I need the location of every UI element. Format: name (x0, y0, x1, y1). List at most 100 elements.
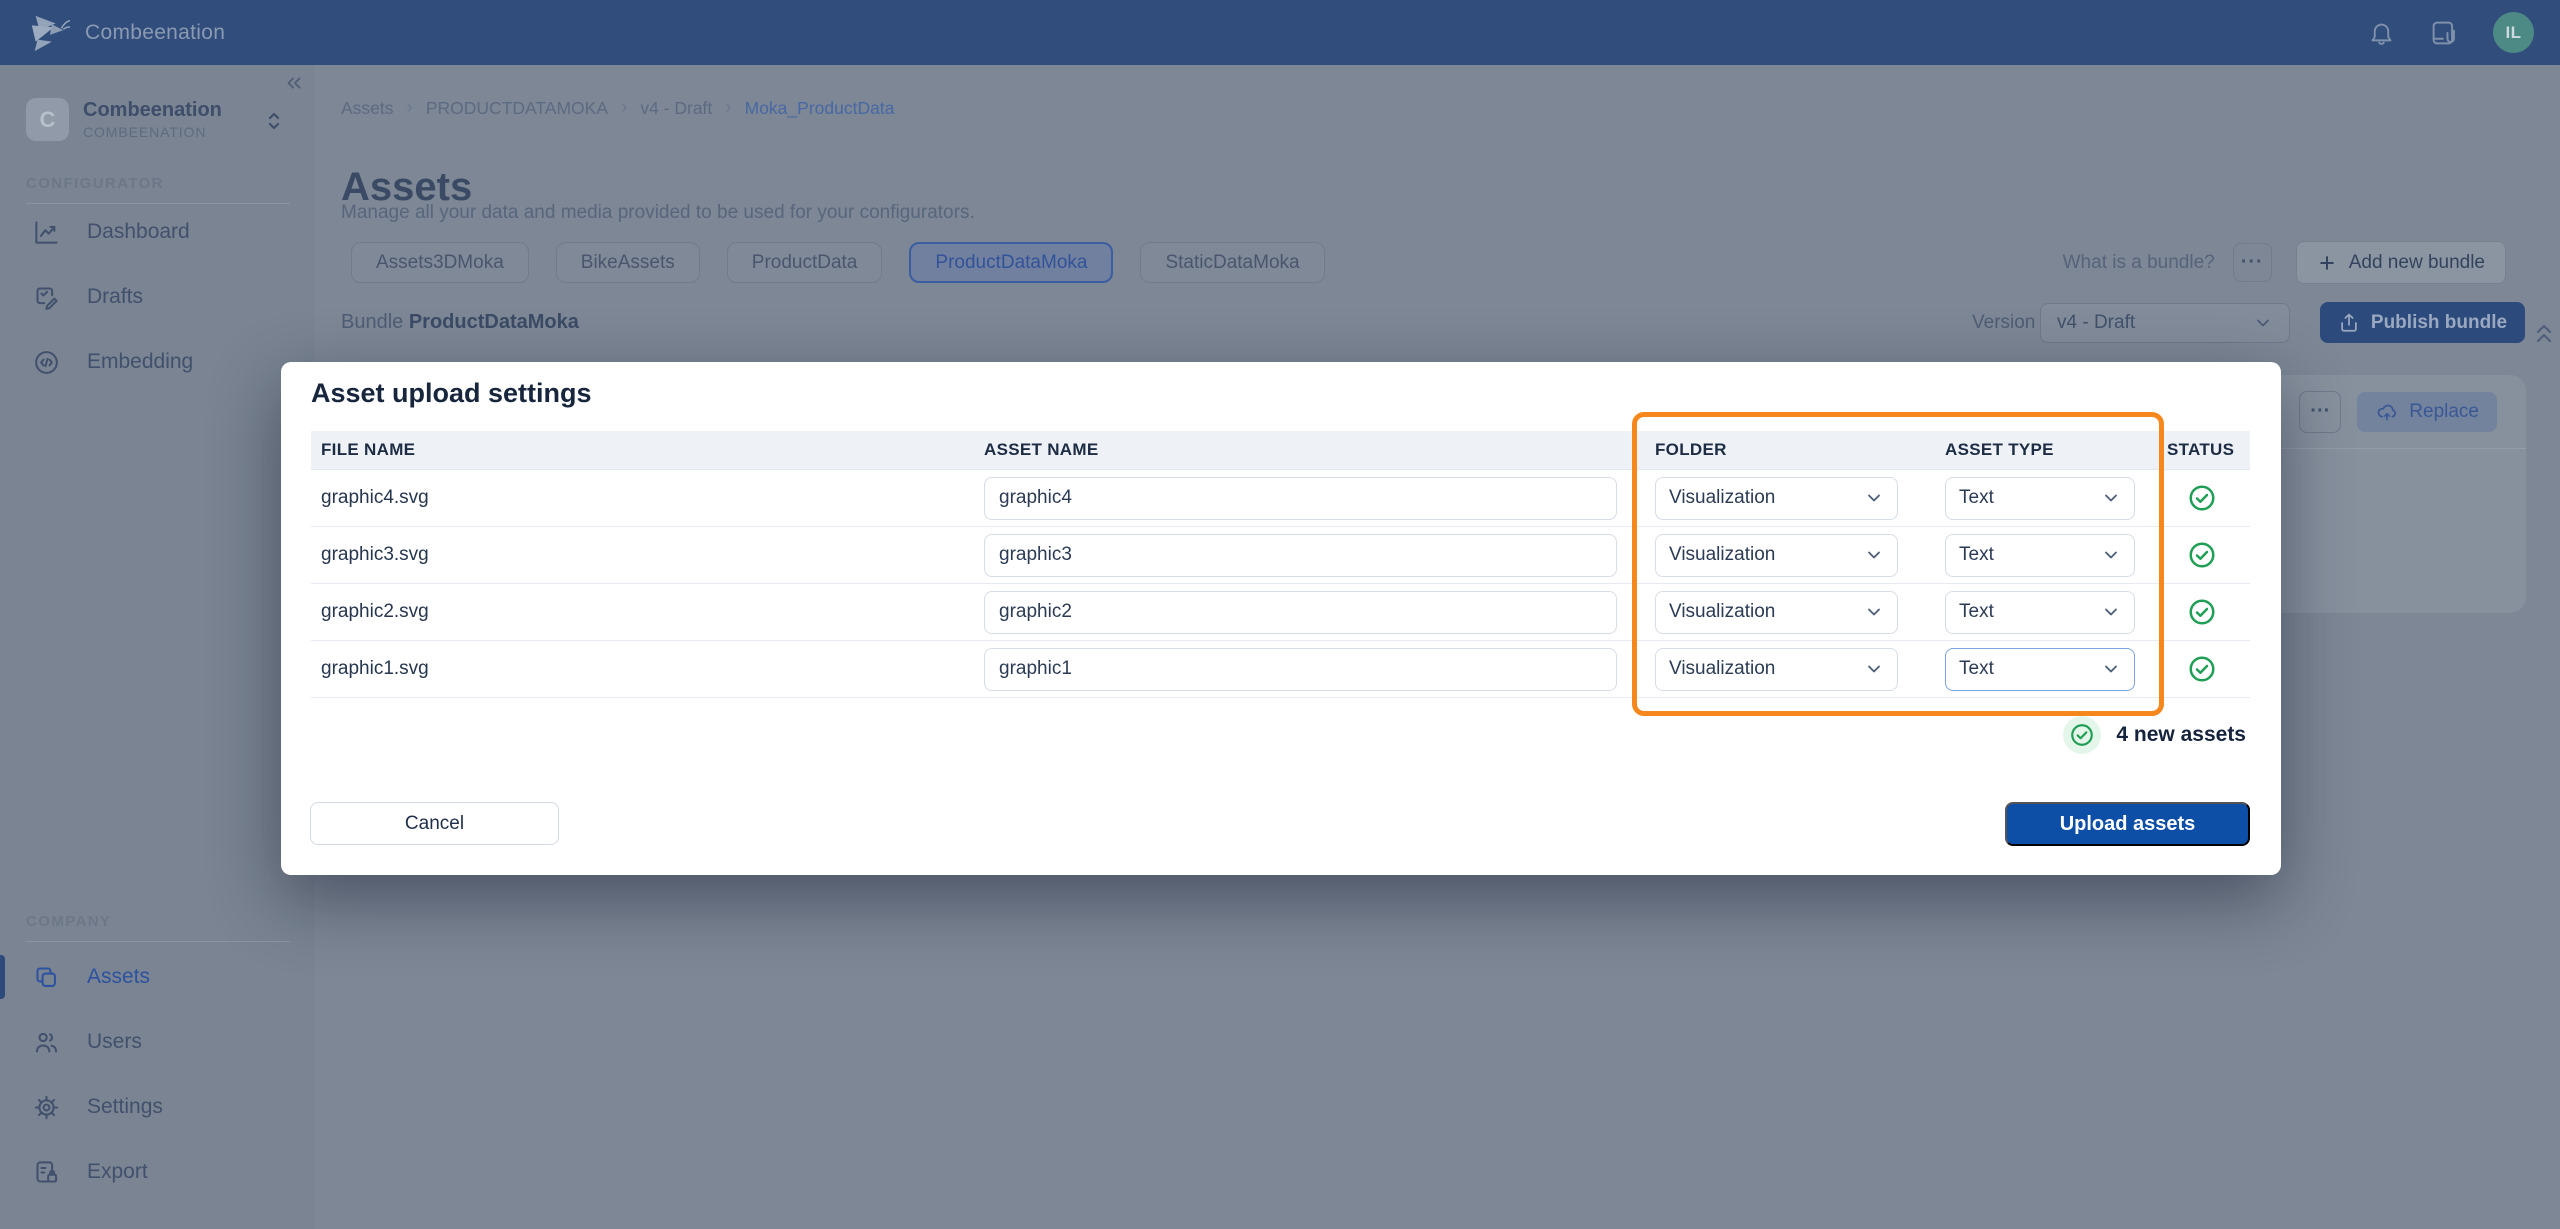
bee-logo-icon (26, 12, 72, 54)
cancel-button[interactable]: Cancel (310, 802, 559, 845)
add-new-bundle-button[interactable]: Add new bundle (2296, 241, 2506, 284)
publish-bundle-button[interactable]: Publish bundle (2320, 302, 2525, 343)
section-configurator-label: CONFIGURATOR (26, 175, 164, 192)
file-name: graphic1.svg (311, 658, 976, 680)
breadcrumb: Assets › PRODUCTDATAMOKA › v4 - Draft › … (341, 97, 894, 119)
gear-icon (33, 1094, 60, 1121)
chart-icon (33, 219, 60, 246)
upload-summary: 4 new assets (2063, 716, 2246, 754)
sidebar: C Combeenation COMBEENATION CONFIGURATOR… (0, 65, 315, 1229)
chevron-down-icon (1864, 488, 1884, 508)
chevron-down-icon (2101, 659, 2121, 679)
draft-icon (33, 284, 60, 311)
folder-value: Visualization (1669, 601, 1775, 623)
topbar-right: IL (2368, 12, 2534, 53)
tab-staticdatamoka[interactable]: StaticDataMoka (1140, 242, 1324, 283)
replace-label: Replace (2409, 401, 2479, 423)
tab-productdata[interactable]: ProductData (727, 242, 883, 283)
notifications-bell-icon[interactable] (2368, 19, 2395, 46)
upload-assets-button[interactable]: Upload assets (2005, 802, 2250, 846)
sidebar-item-label: Assets (87, 965, 150, 989)
what-is-a-bundle-link[interactable]: What is a bundle? (2063, 252, 2215, 274)
sidebar-item-label: Embedding (87, 350, 193, 374)
folder-select[interactable]: Visualization (1655, 534, 1898, 577)
folder-select[interactable]: Visualization (1655, 591, 1898, 634)
folder-value: Visualization (1669, 487, 1775, 509)
folder-value: Visualization (1669, 544, 1775, 566)
asset-name-input[interactable] (984, 591, 1617, 634)
sidebar-item-users[interactable]: Users (0, 1020, 315, 1064)
file-name: graphic4.svg (311, 487, 976, 509)
breadcrumb-productdatamoka[interactable]: PRODUCTDATAMOKA (426, 98, 608, 119)
asset-name-input[interactable] (984, 477, 1617, 520)
asset-upload-modal: Asset upload settings FILE NAME ASSET NA… (281, 362, 2281, 875)
topbar: Combeenation IL (0, 0, 2560, 65)
version-label: Version (1972, 312, 2035, 334)
asset-type-select[interactable]: Text (1945, 534, 2135, 577)
org-avatar: C (26, 98, 69, 141)
tab-assets3dmoka[interactable]: Assets3DMoka (351, 242, 529, 283)
breadcrumb-separator: › (407, 97, 413, 119)
asset-type-select[interactable]: Text (1945, 477, 2135, 520)
asset-name-input[interactable] (984, 534, 1617, 577)
sidebar-item-label: Export (87, 1160, 148, 1184)
plus-icon (2317, 253, 2337, 273)
table-row: graphic1.svg Visualization Text (311, 641, 2250, 698)
export-icon (33, 1159, 60, 1186)
sidebar-item-label: Drafts (87, 285, 143, 309)
table-header: FILE NAME ASSET NAME FOLDER ASSET TYPE S… (311, 431, 2250, 470)
chevron-down-icon (2253, 313, 2273, 333)
folder-select[interactable]: Visualization (1655, 477, 1898, 520)
bundle-more-button[interactable]: ··· (2233, 243, 2272, 282)
cloud-upload-icon (2375, 401, 2399, 423)
folder-value: Visualization (1669, 658, 1775, 680)
breadcrumb-current[interactable]: Moka_ProductData (745, 98, 895, 119)
status-success-icon (2187, 540, 2217, 570)
sidebar-collapse-icon[interactable] (283, 72, 305, 94)
breadcrumb-separator: › (621, 97, 627, 119)
folder-select[interactable]: Visualization (1655, 648, 1898, 691)
sidebar-item-label: Dashboard (87, 220, 190, 244)
brand[interactable]: Combeenation (26, 12, 225, 54)
version-select[interactable]: v4 - Draft (2040, 303, 2290, 343)
breadcrumb-assets[interactable]: Assets (341, 98, 394, 119)
asset-type-value: Text (1959, 658, 1994, 680)
chevron-down-icon (2101, 602, 2121, 622)
bundle-actions: What is a bundle? ··· Add new bundle (2063, 242, 2506, 283)
col-file-name: FILE NAME (311, 440, 976, 460)
sidebar-item-drafts[interactable]: Drafts (0, 275, 315, 319)
breadcrumb-version[interactable]: v4 - Draft (640, 98, 712, 119)
sidebar-item-embedding[interactable]: Embedding (0, 340, 315, 384)
chevron-down-icon (1864, 545, 1884, 565)
org-toggle-icon[interactable] (262, 108, 286, 134)
modal-title: Asset upload settings (311, 378, 592, 409)
asset-type-select[interactable]: Text (1945, 648, 2135, 691)
org-switcher[interactable]: C Combeenation COMBEENATION (26, 98, 288, 141)
table-row: graphic2.svg Visualization Text (311, 584, 2250, 641)
collapse-panel-icon[interactable] (2532, 316, 2556, 352)
tab-productdatamoka[interactable]: ProductDataMoka (909, 242, 1113, 283)
col-asset-type: ASSET TYPE (1937, 440, 2154, 460)
asset-name-input[interactable] (984, 648, 1617, 691)
asset-type-value: Text (1959, 601, 1994, 623)
bundle-title: Bundle ProductDataMoka (341, 311, 579, 334)
sidebar-item-settings[interactable]: Settings (0, 1085, 315, 1129)
chevron-down-icon (2101, 545, 2121, 565)
upload-table: FILE NAME ASSET NAME FOLDER ASSET TYPE S… (311, 431, 2250, 698)
sidebar-item-export[interactable]: Export (0, 1150, 315, 1194)
tab-bikeassets[interactable]: BikeAssets (556, 242, 700, 283)
copy-icon (33, 964, 60, 991)
sidebar-item-dashboard[interactable]: Dashboard (0, 210, 315, 254)
chevron-down-icon (1864, 602, 1884, 622)
app-root: Combeenation IL C (0, 0, 2560, 1229)
replace-button[interactable]: Replace (2357, 392, 2497, 432)
table-row: graphic3.svg Visualization Text (311, 527, 2250, 584)
divider (26, 203, 290, 204)
sidebar-item-assets[interactable]: Assets (0, 955, 315, 999)
org-company: COMBEENATION (83, 124, 222, 140)
col-asset-name: ASSET NAME (976, 440, 1632, 460)
panel-more-button[interactable]: ··· (2299, 391, 2341, 433)
user-avatar[interactable]: IL (2493, 12, 2534, 53)
asset-type-select[interactable]: Text (1945, 591, 2135, 634)
journal-icon[interactable] (2429, 19, 2459, 47)
